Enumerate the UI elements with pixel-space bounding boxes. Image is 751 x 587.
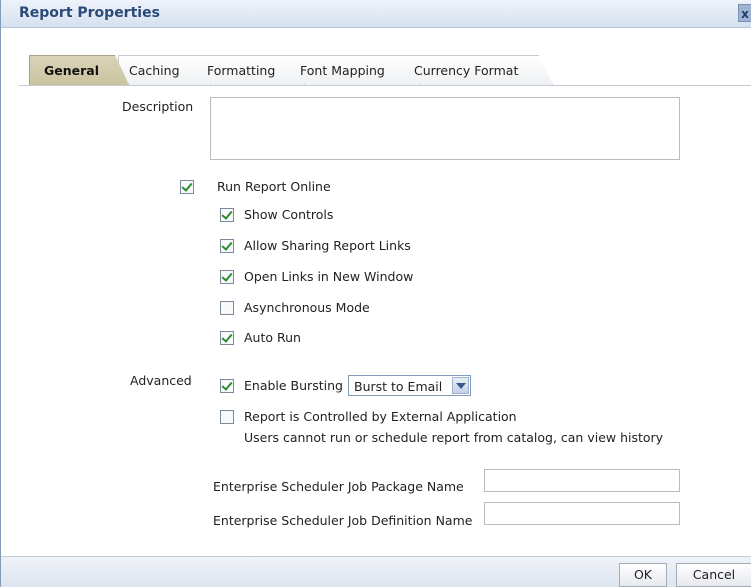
open-links-label: Open Links in New Window [244, 269, 414, 284]
description-label: Description [122, 99, 194, 114]
bursting-select[interactable]: Burst to Email [348, 375, 471, 396]
auto-run-checkbox[interactable] [220, 331, 234, 345]
tab-font-mapping[interactable]: Font Mapping [289, 55, 420, 85]
auto-run-label: Auto Run [244, 330, 301, 345]
tab-bar: General Caching Formatting Font Mapping … [19, 55, 739, 85]
ok-button[interactable]: OK [619, 563, 667, 587]
show-controls-label: Show Controls [244, 207, 334, 222]
job-package-input[interactable] [484, 469, 680, 492]
report-properties-dialog: Report Properties x General Caching Form… [0, 0, 751, 587]
external-app-checkbox[interactable] [220, 410, 234, 424]
asynchronous-mode-checkbox[interactable] [220, 301, 234, 315]
run-report-online-label: Run Report Online [217, 179, 331, 194]
bursting-select-value: Burst to Email [354, 379, 443, 394]
show-controls-checkbox[interactable] [220, 208, 234, 222]
advanced-label: Advanced [130, 373, 192, 388]
job-definition-label: Enterprise Scheduler Job Definition Name [213, 513, 473, 528]
asynchronous-mode-label: Asynchronous Mode [244, 300, 370, 315]
allow-sharing-checkbox[interactable] [220, 239, 234, 253]
tab-divider [19, 85, 751, 86]
cancel-button[interactable]: Cancel [676, 563, 751, 587]
chevron-down-icon[interactable] [452, 377, 469, 394]
allow-sharing-label: Allow Sharing Report Links [244, 238, 411, 253]
tab-general[interactable]: General [29, 55, 129, 85]
dialog-title: Report Properties [19, 5, 160, 21]
external-app-label: Report is Controlled by External Applica… [244, 409, 517, 424]
description-textarea[interactable] [210, 97, 680, 160]
external-app-note: Users cannot run or schedule report from… [244, 430, 664, 445]
tab-caching[interactable]: Caching [118, 55, 211, 85]
tab-currency-format[interactable]: Currency Format [403, 55, 553, 85]
dialog-titlebar: Report Properties x [1, 0, 751, 28]
close-icon[interactable]: x [738, 4, 751, 22]
enable-bursting-label: Enable Bursting [244, 378, 343, 393]
run-report-online-checkbox[interactable] [180, 180, 194, 194]
enable-bursting-checkbox[interactable] [220, 379, 234, 393]
job-package-label: Enterprise Scheduler Job Package Name [213, 479, 464, 494]
tab-formatting[interactable]: Formatting [196, 55, 305, 85]
job-definition-input[interactable] [484, 502, 680, 525]
open-links-checkbox[interactable] [220, 270, 234, 284]
